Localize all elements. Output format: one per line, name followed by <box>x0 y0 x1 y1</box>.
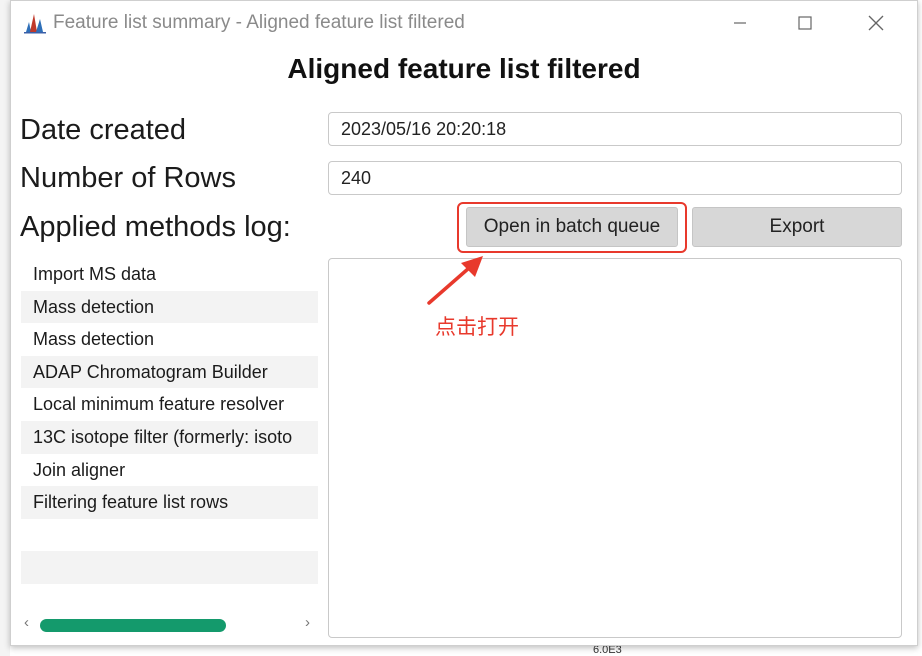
list-item[interactable]: ADAP Chromatogram Builder <box>21 355 318 389</box>
method-details-panel[interactable] <box>328 258 902 638</box>
maximize-button[interactable] <box>782 1 828 45</box>
list-item[interactable]: Join aligner <box>21 454 318 487</box>
annotation-text: 点击打开 <box>435 315 519 339</box>
date-created-label: Date created <box>20 114 187 146</box>
annotation-arrow-icon <box>427 256 483 305</box>
list-item[interactable]: Local minimum feature resolver <box>21 388 318 421</box>
scroll-left-icon[interactable]: ‹ <box>24 614 29 631</box>
empty-list-row <box>21 551 318 584</box>
minimize-icon <box>734 22 746 24</box>
close-icon <box>868 15 884 31</box>
applied-methods-log-label: Applied methods log: <box>20 211 291 243</box>
list-item[interactable]: Filtering feature list rows <box>21 486 318 519</box>
title-bar[interactable]: Feature list summary - Aligned feature l… <box>11 1 917 45</box>
page-title: Aligned feature list filtered <box>287 53 641 84</box>
minimize-button[interactable] <box>717 1 763 45</box>
scroll-thumb[interactable] <box>40 619 226 632</box>
applied-methods-list[interactable]: Import MS data Mass detection Mass detec… <box>21 258 318 584</box>
window-title: Feature list summary - Aligned feature l… <box>53 12 465 33</box>
list-item[interactable]: Import MS data <box>21 258 318 291</box>
list-item[interactable]: Mass detection <box>21 290 318 324</box>
feature-list-summary-window: Feature list summary - Aligned feature l… <box>10 0 918 646</box>
number-of-rows-label: Number of Rows <box>20 162 236 194</box>
scroll-right-icon[interactable]: › <box>305 614 310 631</box>
empty-list-row <box>21 519 318 552</box>
date-created-field[interactable]: 2023/05/16 20:20:18 <box>328 112 902 146</box>
horizontal-scrollbar[interactable]: ‹ › <box>21 613 318 637</box>
close-button[interactable] <box>853 1 899 45</box>
background-window-edge <box>0 0 10 656</box>
number-of-rows-field[interactable]: 240 <box>328 161 902 195</box>
maximize-icon <box>798 16 812 30</box>
highlight-box <box>457 202 687 253</box>
list-item[interactable]: Mass detection <box>21 323 318 356</box>
export-button[interactable]: Export <box>692 207 902 247</box>
list-item[interactable]: 13C isotope filter (formerly: isoto <box>21 420 318 454</box>
app-chart-icon <box>24 14 46 34</box>
